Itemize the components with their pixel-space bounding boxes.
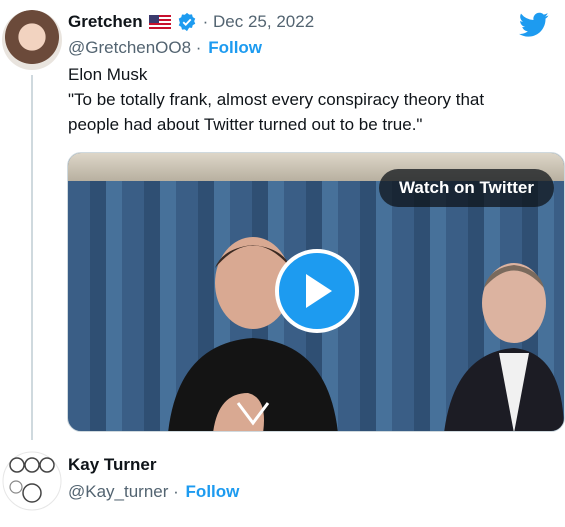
reply-author-avatar[interactable] — [2, 451, 62, 511]
reply-handle-row: @Kay_turner · Follow — [68, 482, 239, 502]
video-player[interactable]: Watch on Twitter — [67, 152, 565, 432]
reply-follow-button[interactable]: Follow — [186, 482, 240, 501]
thread-line — [31, 75, 33, 440]
watch-on-twitter-button[interactable]: Watch on Twitter — [378, 169, 554, 207]
play-icon — [306, 274, 332, 308]
author-avatar[interactable] — [2, 10, 62, 70]
tweet-card: Gretchen · Dec 25, 2022 @GretchenOO8 · F… — [0, 0, 565, 445]
tweet-header: Gretchen · Dec 25, 2022 — [68, 12, 314, 32]
author-name[interactable]: Gretchen — [68, 12, 143, 32]
video-person-right — [444, 263, 564, 431]
follow-button[interactable]: Follow — [208, 38, 262, 57]
us-flag-icon — [148, 15, 171, 29]
reply-author-name[interactable]: Kay Turner — [68, 455, 157, 475]
play-button[interactable] — [275, 249, 359, 333]
tweet-text: Elon Musk "To be totally frank, almost e… — [68, 65, 485, 134]
twitter-bird-icon[interactable] — [519, 12, 549, 38]
reply-tweet: Kay Turner @Kay_turner · Follow — [0, 445, 565, 527]
tweet-date[interactable]: · Dec 25, 2022 — [203, 12, 315, 32]
reply-author-handle[interactable]: @Kay_turner · — [68, 482, 179, 501]
author-handle-row: @GretchenOO8 · Follow — [68, 38, 262, 58]
verified-badge-icon — [178, 12, 195, 32]
author-handle[interactable]: @GretchenOO8 · — [68, 38, 201, 57]
